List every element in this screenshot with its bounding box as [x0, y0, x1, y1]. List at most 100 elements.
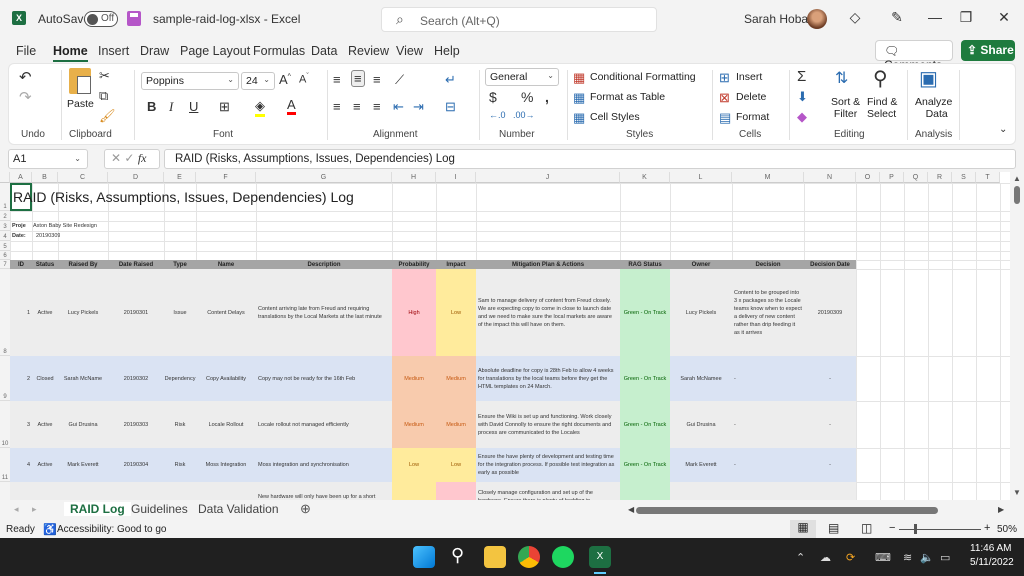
- delete-cells-button[interactable]: Delete: [736, 91, 766, 103]
- table-cell-date-raised[interactable]: 20190302: [108, 356, 164, 401]
- tab-insert[interactable]: Insert: [98, 44, 129, 58]
- align-bottom-icon[interactable]: ≡: [373, 72, 381, 87]
- column-header[interactable]: T: [976, 172, 1000, 183]
- table-cell-status[interactable]: Closed: [32, 356, 58, 401]
- tab-help[interactable]: Help: [434, 44, 460, 58]
- table-cell-description[interactable]: New hardware will only have been up for …: [256, 482, 392, 500]
- font-size-select[interactable]: 24 ⌄: [241, 72, 275, 90]
- table-cell-id[interactable]: 2: [10, 356, 32, 401]
- column-header[interactable]: R: [928, 172, 952, 183]
- row-header[interactable]: 12: [0, 482, 10, 500]
- spreadsheet-grid[interactable]: ABCDEFGHIJKLMNOPQRST123456789101112RAID …: [0, 172, 1010, 500]
- table-cell-mitigation[interactable]: Absolute deadline for copy is 28th Feb t…: [476, 356, 620, 401]
- search-input[interactable]: ⌕ Search (Alt+Q): [381, 7, 657, 32]
- sort-filter-button[interactable]: Sort & Filter: [831, 96, 860, 120]
- autosum-icon[interactable]: Σ: [797, 68, 806, 85]
- underline-icon[interactable]: U: [189, 99, 198, 114]
- italic-icon[interactable]: I: [169, 99, 173, 115]
- table-cell-name[interactable]: [196, 482, 256, 500]
- table-cell-status[interactable]: [32, 482, 58, 500]
- font-name-select[interactable]: Poppins ⌄: [141, 72, 239, 90]
- table-cell-raised-by[interactable]: Sarah McName: [58, 356, 108, 401]
- column-header[interactable]: S: [952, 172, 976, 183]
- fill-icon[interactable]: ⬇: [797, 89, 808, 105]
- table-cell-probability[interactable]: Medium: [392, 401, 436, 448]
- font-color-icon[interactable]: A: [287, 97, 296, 115]
- share-button[interactable]: ⇪ Share: [961, 40, 1015, 61]
- cell-styles-button[interactable]: Cell Styles: [590, 111, 640, 123]
- table-cell-date-raised[interactable]: 20190303: [108, 401, 164, 448]
- zoom-slider-thumb[interactable]: [914, 524, 917, 534]
- column-header[interactable]: O: [856, 172, 880, 183]
- decrease-font-icon[interactable]: Aˇ: [299, 73, 309, 86]
- sheet-tab-guidelines[interactable]: Guidelines: [131, 502, 188, 516]
- table-cell-rag[interactable]: Green - On Track: [620, 448, 670, 482]
- fill-color-icon[interactable]: ◈: [255, 98, 265, 117]
- table-cell-type[interactable]: Issue: [164, 269, 196, 356]
- battery-icon[interactable]: ▭: [940, 551, 950, 564]
- tab-data[interactable]: Data: [311, 44, 337, 58]
- select-all-corner[interactable]: [0, 172, 10, 183]
- table-cell-description[interactable]: Content arriving late from Freud and req…: [256, 269, 392, 356]
- table-cell-raised-by[interactable]: Mark Everett: [58, 448, 108, 482]
- align-right-icon[interactable]: ≡: [373, 99, 381, 114]
- name-box[interactable]: A1 ⌄: [8, 149, 88, 169]
- pen-icon[interactable]: ✎: [887, 9, 907, 26]
- orientation-icon[interactable]: ⟋: [395, 72, 404, 88]
- increase-decimal-icon[interactable]: ←.0: [489, 110, 506, 120]
- table-cell-decision[interactable]: [732, 482, 804, 500]
- table-cell-raised-by[interactable]: Gui Drusina: [58, 401, 108, 448]
- table-cell-owner[interactable]: Gui Drusina: [670, 401, 732, 448]
- zoom-level[interactable]: 50%: [997, 524, 1017, 535]
- column-header[interactable]: D: [108, 172, 164, 183]
- volume-icon[interactable]: 🔈: [920, 551, 934, 564]
- wrap-text-icon[interactable]: ↵: [445, 72, 456, 88]
- currency-icon[interactable]: $: [489, 89, 497, 105]
- row-header[interactable]: 5: [0, 241, 10, 251]
- table-cell-status[interactable]: Active: [32, 269, 58, 356]
- comments-button[interactable]: 🗨 Comments: [875, 40, 953, 72]
- table-cell-impact[interactable]: Medium: [436, 401, 476, 448]
- redo-icon[interactable]: ↷: [19, 88, 32, 106]
- sync-icon[interactable]: ⟳: [846, 551, 855, 564]
- increase-indent-icon[interactable]: ⇥: [413, 99, 424, 115]
- merge-center-icon[interactable]: ⊟: [445, 99, 456, 115]
- clock-time[interactable]: 11:46 AM: [970, 543, 1012, 554]
- table-cell-probability[interactable]: [392, 482, 436, 500]
- column-header[interactable]: I: [436, 172, 476, 183]
- tab-draw[interactable]: Draw: [140, 44, 169, 58]
- zoom-in-icon[interactable]: +: [984, 522, 990, 534]
- number-format-select[interactable]: General ⌄: [485, 68, 559, 86]
- tab-page-layout[interactable]: Page Layout: [180, 44, 250, 58]
- decrease-indent-icon[interactable]: ⇤: [393, 99, 404, 115]
- zoom-slider[interactable]: [899, 529, 981, 530]
- wifi-icon[interactable]: ≋: [903, 551, 912, 564]
- avatar[interactable]: [807, 9, 827, 29]
- add-sheet-icon[interactable]: ⊕: [300, 501, 311, 517]
- table-cell-id[interactable]: [10, 482, 32, 500]
- vertical-scroll-thumb[interactable]: [1014, 186, 1020, 204]
- tab-view[interactable]: View: [396, 44, 423, 58]
- decrease-decimal-icon[interactable]: .00→: [513, 110, 535, 120]
- row-header[interactable]: 1: [0, 183, 10, 211]
- show-hidden-icons[interactable]: ⌃: [796, 551, 805, 564]
- table-cell-date-raised[interactable]: [108, 482, 164, 500]
- column-header[interactable]: M: [732, 172, 804, 183]
- table-cell-status[interactable]: Active: [32, 448, 58, 482]
- table-cell-id[interactable]: 4: [10, 448, 32, 482]
- table-cell-name[interactable]: Copy Availability: [196, 356, 256, 401]
- table-cell-rag[interactable]: [620, 482, 670, 500]
- normal-view-icon[interactable]: ▦: [790, 520, 816, 538]
- table-cell-type[interactable]: Risk: [164, 448, 196, 482]
- table-cell-type[interactable]: [164, 482, 196, 500]
- format-painter-icon[interactable]: 🖌: [99, 108, 116, 124]
- table-cell-decision[interactable]: Content to be grouped into 3 x packages …: [732, 269, 804, 356]
- table-cell-impact[interactable]: Medium: [436, 356, 476, 401]
- paste-button[interactable]: Paste: [67, 98, 94, 110]
- column-header[interactable]: Q: [904, 172, 928, 183]
- find-select-button[interactable]: Find & Select: [867, 96, 897, 120]
- row-header[interactable]: 2: [0, 211, 10, 221]
- table-cell-mitigation[interactable]: Sam to manage delivery of content from F…: [476, 269, 620, 356]
- align-left-icon[interactable]: ≡: [333, 99, 341, 114]
- column-header[interactable]: F: [196, 172, 256, 183]
